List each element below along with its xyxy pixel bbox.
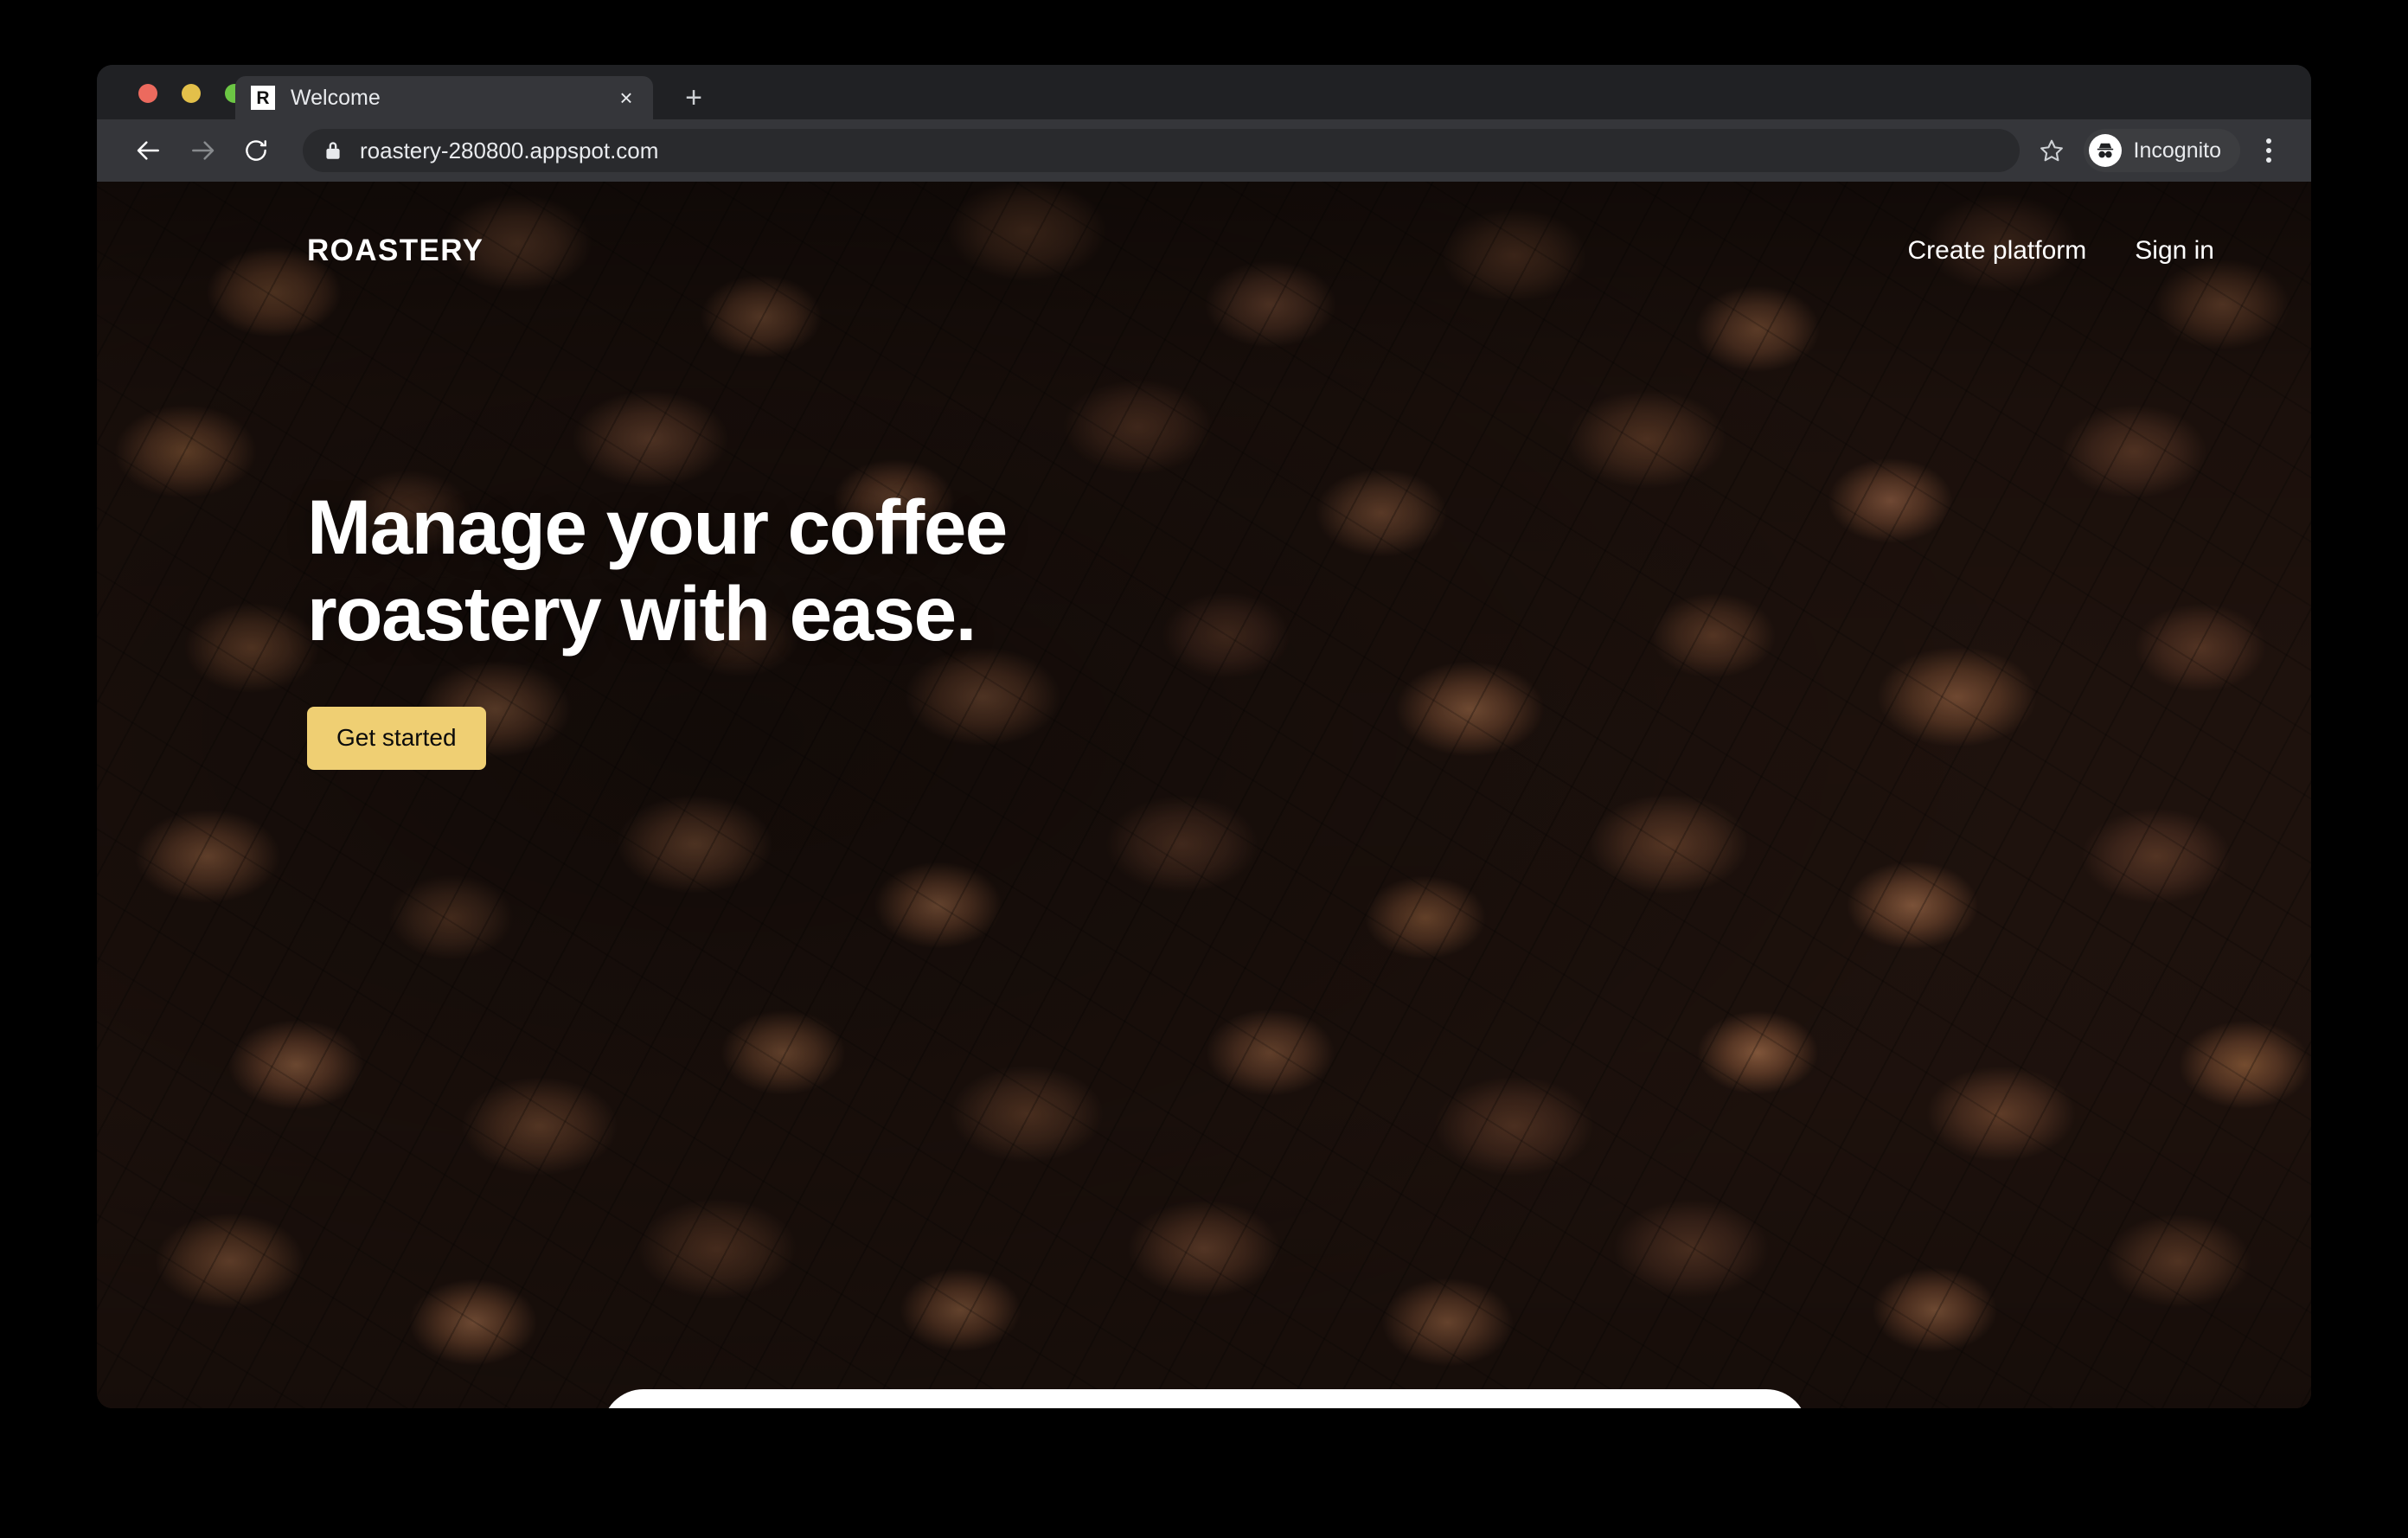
brand-logo[interactable]: ROASTERY [307, 234, 484, 268]
address-bar[interactable]: roastery-280800.appspot.com [303, 129, 2020, 172]
window-controls [138, 84, 244, 103]
close-tab-icon[interactable]: × [613, 87, 639, 109]
nav-link-create-platform[interactable]: Create platform [1908, 236, 2087, 266]
incognito-icon [2089, 134, 2122, 167]
lock-icon [323, 139, 343, 162]
page-title: Manage your coffee roastery with ease. [307, 484, 1604, 657]
tab-strip: R Welcome × + [97, 65, 2311, 119]
forward-button[interactable] [180, 128, 225, 173]
headline-line-1: Manage your coffee [307, 484, 1007, 570]
bookmark-star-icon[interactable] [2032, 131, 2072, 170]
browser-tab[interactable]: R Welcome × [235, 76, 653, 119]
profile-label: Incognito [2134, 138, 2221, 163]
url-text: roastery-280800.appspot.com [360, 138, 658, 164]
profile-incognito-button[interactable]: Incognito [2084, 129, 2240, 172]
back-button[interactable] [126, 128, 171, 173]
browser-toolbar: roastery-280800.appspot.com Incognito [97, 119, 2311, 182]
browser-window: R Welcome × + ro [97, 65, 2311, 1408]
hero-scrim-overlay [97, 182, 2311, 1408]
menu-dot [2266, 157, 2271, 163]
menu-dot [2266, 148, 2271, 153]
site-nav: Create platform Sign in [1908, 236, 2259, 266]
menu-dot [2266, 138, 2271, 144]
page-viewport: ROASTERY Create platform Sign in Manage … [97, 182, 2311, 1408]
get-started-button[interactable]: Get started [307, 707, 486, 770]
three-dot-menu-icon[interactable] [2249, 129, 2289, 172]
new-tab-button[interactable]: + [678, 84, 709, 115]
reload-button[interactable] [234, 128, 279, 173]
nav-link-sign-in[interactable]: Sign in [2135, 236, 2214, 266]
tab-title: Welcome [291, 86, 613, 111]
minimize-window-button[interactable] [182, 84, 201, 103]
hero-content: Manage your coffee roastery with ease. G… [307, 484, 1604, 770]
close-window-button[interactable] [138, 84, 157, 103]
site-header: ROASTERY Create platform Sign in [97, 216, 2311, 285]
stripe-demo-banner: stripe Roastery is a Stripe demo that us… [602, 1389, 1808, 1408]
headline-line-2: roastery with ease. [307, 570, 976, 657]
favicon-icon: R [251, 86, 275, 110]
